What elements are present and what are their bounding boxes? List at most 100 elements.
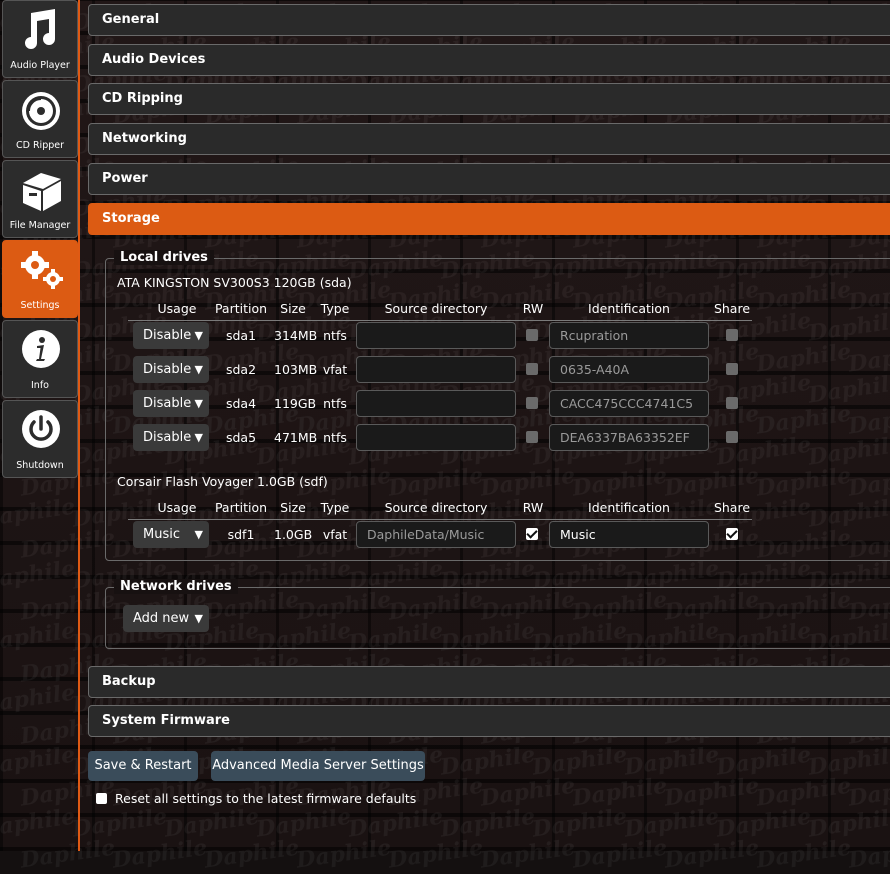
rw-checkbox[interactable] bbox=[526, 431, 538, 443]
chevron-down-icon: ▼ bbox=[194, 431, 203, 444]
share-checkbox[interactable] bbox=[726, 363, 738, 375]
usage-select-value: Music bbox=[143, 527, 180, 542]
column-header-rw: RW bbox=[522, 500, 544, 515]
column-header-identification: Identification bbox=[588, 500, 670, 515]
sidebar-item-audio-player[interactable]: Audio Player bbox=[2, 0, 78, 78]
column-header-partition: Partition bbox=[214, 500, 268, 515]
settings-panel: General Audio Devices CD Ripping Network… bbox=[88, 0, 890, 851]
type-cell: ntfs bbox=[323, 328, 347, 343]
column-header-source: Source directory bbox=[384, 500, 488, 515]
sidebar-item-file-manager[interactable]: File Manager bbox=[2, 160, 78, 238]
usage-select-value: Disable bbox=[143, 430, 192, 445]
column-header-source: Source directory bbox=[384, 301, 488, 316]
partition-cell: sda2 bbox=[225, 362, 257, 377]
sidebar-item-label: CD Ripper bbox=[15, 140, 65, 151]
section-audio-devices[interactable]: Audio Devices bbox=[88, 44, 890, 76]
section-networking[interactable]: Networking bbox=[88, 123, 890, 155]
save-restart-button[interactable]: Save & Restart bbox=[88, 751, 198, 781]
column-header-usage: Usage bbox=[157, 500, 197, 515]
section-power[interactable]: Power bbox=[88, 163, 890, 195]
column-header-share: Share bbox=[713, 500, 751, 515]
info-icon bbox=[22, 330, 60, 368]
source-directory-input[interactable] bbox=[356, 424, 516, 451]
usage-select-value: Disable bbox=[143, 362, 192, 377]
column-header-size: Size bbox=[280, 301, 306, 316]
type-cell: vfat bbox=[322, 527, 348, 542]
identification-input[interactable]: Rcupration bbox=[549, 322, 709, 349]
share-checkbox[interactable] bbox=[726, 431, 738, 443]
source-directory-input[interactable]: DaphileData/Music bbox=[356, 521, 516, 548]
sidebar-item-shutdown[interactable]: Shutdown bbox=[2, 400, 78, 478]
gears-icon bbox=[21, 251, 63, 289]
network-drives-group bbox=[105, 587, 890, 649]
reset-defaults-label: Reset all settings to the latest firmwar… bbox=[115, 791, 417, 806]
size-cell: 103MB bbox=[274, 362, 318, 377]
column-header-identification: Identification bbox=[588, 301, 670, 316]
usage-select[interactable]: Disable ▼ bbox=[133, 390, 209, 417]
chevron-down-icon: ▼ bbox=[194, 397, 203, 410]
power-icon bbox=[22, 410, 60, 448]
identification-input[interactable]: DEA6337BA63352EF bbox=[549, 424, 709, 451]
rw-checkbox[interactable] bbox=[526, 397, 538, 409]
source-directory-input[interactable] bbox=[356, 390, 516, 417]
size-cell: 1.0GB bbox=[274, 527, 313, 542]
sidebar-item-info[interactable]: Info bbox=[2, 320, 78, 398]
usage-select[interactable]: Music ▼ bbox=[133, 521, 209, 548]
type-cell: ntfs bbox=[323, 396, 347, 411]
type-cell: vfat bbox=[322, 362, 348, 377]
usage-select[interactable]: Disable ▼ bbox=[133, 424, 209, 451]
sidebar-item-label: Info bbox=[31, 380, 49, 391]
box-icon bbox=[23, 173, 61, 211]
size-cell: 119GB bbox=[274, 396, 317, 411]
section-storage[interactable]: Storage bbox=[88, 203, 890, 235]
size-cell: 314MB bbox=[274, 328, 318, 343]
rw-checkbox[interactable] bbox=[526, 329, 538, 341]
column-header-size: Size bbox=[280, 500, 306, 515]
usage-select[interactable]: Disable ▼ bbox=[133, 356, 209, 383]
usage-select[interactable]: Disable ▼ bbox=[133, 322, 209, 349]
table-header-divider bbox=[128, 519, 752, 520]
section-backup[interactable]: Backup bbox=[88, 666, 890, 698]
network-drives-legend: Network drives bbox=[114, 579, 238, 594]
identification-input[interactable]: 0635-A40A bbox=[549, 356, 709, 383]
reset-defaults-checkbox[interactable] bbox=[96, 793, 107, 804]
source-directory-input[interactable] bbox=[356, 322, 516, 349]
identification-input[interactable]: Music bbox=[549, 521, 709, 548]
type-cell: ntfs bbox=[323, 430, 347, 445]
section-system-firmware[interactable]: System Firmware bbox=[88, 705, 890, 737]
column-header-partition: Partition bbox=[214, 301, 268, 316]
share-checkbox[interactable] bbox=[726, 397, 738, 409]
usage-select-value: Disable bbox=[143, 328, 192, 343]
sidebar-item-label: File Manager bbox=[9, 220, 71, 231]
share-checkbox[interactable] bbox=[726, 329, 738, 341]
chevron-down-icon: ▼ bbox=[194, 612, 203, 625]
drive-title: ATA KINGSTON SV300S3 120GB (sda) bbox=[117, 275, 352, 290]
add-network-drive-select[interactable]: Add new ▼ bbox=[123, 605, 209, 632]
source-directory-input[interactable] bbox=[356, 356, 516, 383]
section-general[interactable]: General bbox=[88, 4, 890, 36]
chevron-down-icon: ▼ bbox=[194, 363, 203, 376]
column-header-type: Type bbox=[320, 301, 350, 316]
advanced-media-server-button[interactable]: Advanced Media Server Settings bbox=[211, 751, 425, 781]
music-note-icon bbox=[25, 9, 55, 49]
column-header-usage: Usage bbox=[157, 301, 197, 316]
cd-icon bbox=[22, 92, 60, 130]
partition-cell: sda1 bbox=[225, 328, 257, 343]
rw-checkbox[interactable] bbox=[526, 363, 538, 375]
usage-select-value: Disable bbox=[143, 396, 192, 411]
sidebar-item-label: Audio Player bbox=[10, 60, 70, 71]
partition-cell: sda5 bbox=[225, 430, 257, 445]
section-cd-ripping[interactable]: CD Ripping bbox=[88, 83, 890, 115]
identification-input[interactable]: CACC475CCC4741C5 bbox=[549, 390, 709, 417]
chevron-down-icon: ▼ bbox=[194, 329, 203, 342]
sidebar-item-cd-ripper[interactable]: CD Ripper bbox=[2, 80, 78, 158]
table-header-divider bbox=[128, 320, 752, 321]
share-checkbox[interactable] bbox=[726, 528, 738, 540]
column-header-share: Share bbox=[713, 301, 751, 316]
partition-cell: sda4 bbox=[225, 396, 257, 411]
sidebar-item-settings[interactable]: Settings bbox=[2, 240, 78, 318]
add-network-drive-label: Add new bbox=[133, 611, 190, 626]
chevron-down-icon: ▼ bbox=[194, 528, 203, 541]
rw-checkbox[interactable] bbox=[526, 528, 538, 540]
column-header-type: Type bbox=[320, 500, 350, 515]
